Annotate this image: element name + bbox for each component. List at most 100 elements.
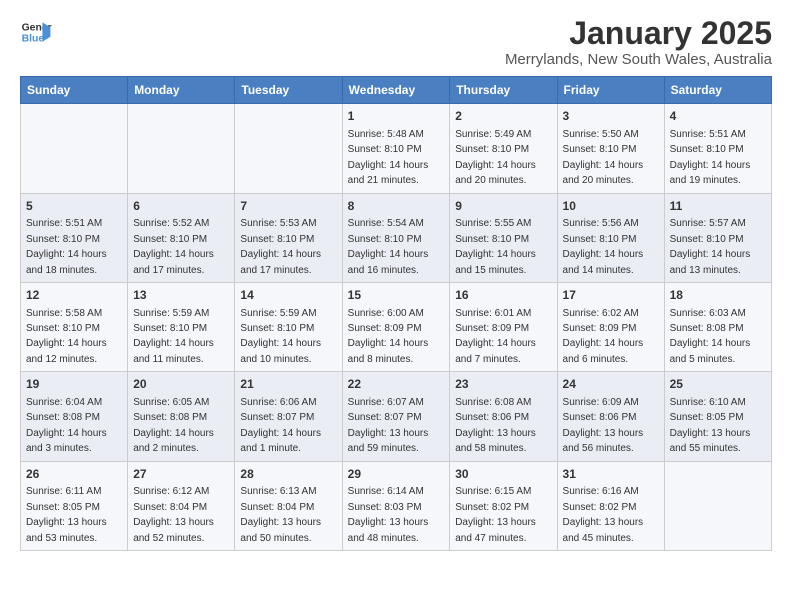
logo-icon: General Blue <box>20 16 52 48</box>
calendar-day-cell: 14Sunrise: 5:59 AM Sunset: 8:10 PM Dayli… <box>235 282 342 371</box>
calendar-header-cell: Friday <box>557 77 664 104</box>
day-info: Sunrise: 5:56 AM Sunset: 8:10 PM Dayligh… <box>563 218 644 275</box>
calendar-day-cell: 24 Sunrise: 6:09 AM Sunset: 8:06 PM Dayli… <box>557 372 664 461</box>
calendar-week-row: 19Sunrise: 6:04 AM Sunset: 8:08 PM Dayli… <box>21 372 772 461</box>
calendar-week-row: 1Sunrise: 5:48 AM Sunset: 8:10 PM Daylig… <box>21 104 772 193</box>
month-title: January 2025 <box>505 16 772 51</box>
day-info: Sunrise: 5:49 AM Sunset: 8:10 PM Dayligh… <box>455 129 536 186</box>
day-info: Sunrise: 5:55 AM Sunset: 8:10 PM Dayligh… <box>455 218 536 275</box>
day-info: Sunrise: 6:12 AM Sunset: 8:04 PM Dayligh… <box>133 486 214 543</box>
day-number: 8 <box>348 198 445 215</box>
calendar-header-row: SundayMondayTuesdayWednesdayThursdayFrid… <box>21 77 772 104</box>
calendar-day-cell: 7 Sunrise: 5:53 AM Sunset: 8:10 PM Daylig… <box>235 193 342 282</box>
day-info: Sunrise: 5:54 AM Sunset: 8:10 PM Dayligh… <box>348 218 429 275</box>
svg-text:Blue: Blue <box>22 34 45 45</box>
calendar-day-cell: 19Sunrise: 6:04 AM Sunset: 8:08 PM Dayli… <box>21 372 128 461</box>
day-info: Sunrise: 6:15 AM Sunset: 8:02 PM Dayligh… <box>455 486 536 543</box>
calendar-day-cell <box>21 104 128 193</box>
calendar-week-row: 5 Sunrise: 5:51 AM Sunset: 8:10 PM Daylig… <box>21 193 772 282</box>
day-number: 16 <box>455 287 551 304</box>
calendar-header-cell: Wednesday <box>342 77 450 104</box>
day-info: Sunrise: 5:52 AM Sunset: 8:10 PM Dayligh… <box>133 218 214 275</box>
day-number: 31 <box>563 466 659 483</box>
day-number: 22 <box>348 376 445 393</box>
calendar-day-cell: 5 Sunrise: 5:51 AM Sunset: 8:10 PM Daylig… <box>21 193 128 282</box>
calendar-day-cell: 17Sunrise: 6:02 AM Sunset: 8:09 PM Dayli… <box>557 282 664 371</box>
calendar-day-cell: 2 Sunrise: 5:49 AM Sunset: 8:10 PM Daylig… <box>450 104 557 193</box>
calendar-day-cell: 13 Sunrise: 5:59 AM Sunset: 8:10 PM Dayli… <box>128 282 235 371</box>
calendar-day-cell: 28 Sunrise: 6:13 AM Sunset: 8:04 PM Dayli… <box>235 461 342 550</box>
day-info: Sunrise: 5:57 AM Sunset: 8:10 PM Dayligh… <box>670 218 751 275</box>
day-number: 11 <box>670 198 766 215</box>
calendar-day-cell: 26Sunrise: 6:11 AM Sunset: 8:05 PM Dayli… <box>21 461 128 550</box>
calendar-header-cell: Sunday <box>21 77 128 104</box>
day-info: Sunrise: 5:59 AM Sunset: 8:10 PM Dayligh… <box>133 308 214 365</box>
calendar-week-row: 26Sunrise: 6:11 AM Sunset: 8:05 PM Dayli… <box>21 461 772 550</box>
day-info: Sunrise: 5:53 AM Sunset: 8:10 PM Dayligh… <box>240 218 321 275</box>
header: General Blue January 2025 Merrylands, Ne… <box>20 16 772 68</box>
calendar-day-cell: 10 Sunrise: 5:56 AM Sunset: 8:10 PM Dayli… <box>557 193 664 282</box>
calendar-day-cell: 16 Sunrise: 6:01 AM Sunset: 8:09 PM Dayli… <box>450 282 557 371</box>
day-info: Sunrise: 5:50 AM Sunset: 8:10 PM Dayligh… <box>563 129 644 186</box>
calendar-day-cell: 25 Sunrise: 6:10 AM Sunset: 8:05 PM Dayli… <box>664 372 771 461</box>
day-number: 29 <box>348 466 445 483</box>
logo: General Blue <box>20 16 52 48</box>
calendar-header-cell: Saturday <box>664 77 771 104</box>
calendar-day-cell: 8 Sunrise: 5:54 AM Sunset: 8:10 PM Daylig… <box>342 193 450 282</box>
day-number: 15 <box>348 287 445 304</box>
day-info: Sunrise: 6:07 AM Sunset: 8:07 PM Dayligh… <box>348 397 429 454</box>
calendar-day-cell: 1Sunrise: 5:48 AM Sunset: 8:10 PM Daylig… <box>342 104 450 193</box>
day-info: Sunrise: 6:10 AM Sunset: 8:05 PM Dayligh… <box>670 397 751 454</box>
day-number: 13 <box>133 287 229 304</box>
day-number: 2 <box>455 108 551 125</box>
day-number: 30 <box>455 466 551 483</box>
day-info: Sunrise: 6:01 AM Sunset: 8:09 PM Dayligh… <box>455 308 536 365</box>
day-number: 5 <box>26 198 122 215</box>
day-number: 3 <box>563 108 659 125</box>
calendar-header-cell: Monday <box>128 77 235 104</box>
day-number: 25 <box>670 376 766 393</box>
day-info: Sunrise: 6:16 AM Sunset: 8:02 PM Dayligh… <box>563 486 644 543</box>
day-info: Sunrise: 6:08 AM Sunset: 8:06 PM Dayligh… <box>455 397 536 454</box>
day-info: Sunrise: 5:51 AM Sunset: 8:10 PM Dayligh… <box>26 218 107 275</box>
calendar-day-cell: 21 Sunrise: 6:06 AM Sunset: 8:07 PM Dayli… <box>235 372 342 461</box>
day-number: 6 <box>133 198 229 215</box>
calendar-day-cell: 20Sunrise: 6:05 AM Sunset: 8:08 PM Dayli… <box>128 372 235 461</box>
calendar-header-cell: Thursday <box>450 77 557 104</box>
calendar-day-cell: 23 Sunrise: 6:08 AM Sunset: 8:06 PM Dayli… <box>450 372 557 461</box>
day-info: Sunrise: 6:04 AM Sunset: 8:08 PM Dayligh… <box>26 397 107 454</box>
day-info: Sunrise: 5:58 AM Sunset: 8:10 PM Dayligh… <box>26 308 107 365</box>
day-info: Sunrise: 6:09 AM Sunset: 8:06 PM Dayligh… <box>563 397 644 454</box>
day-info: Sunrise: 6:06 AM Sunset: 8:07 PM Dayligh… <box>240 397 321 454</box>
calendar-day-cell: 11 Sunrise: 5:57 AM Sunset: 8:10 PM Dayli… <box>664 193 771 282</box>
day-number: 7 <box>240 198 336 215</box>
calendar-day-cell <box>128 104 235 193</box>
subtitle: Merrylands, New South Wales, Australia <box>505 51 772 68</box>
day-info: Sunrise: 5:51 AM Sunset: 8:10 PM Dayligh… <box>670 129 751 186</box>
day-number: 17 <box>563 287 659 304</box>
day-info: Sunrise: 6:00 AM Sunset: 8:09 PM Dayligh… <box>348 308 429 365</box>
calendar-day-cell: 31 Sunrise: 6:16 AM Sunset: 8:02 PM Dayli… <box>557 461 664 550</box>
day-number: 23 <box>455 376 551 393</box>
day-number: 1 <box>348 108 445 125</box>
calendar-day-cell: 12 Sunrise: 5:58 AM Sunset: 8:10 PM Dayli… <box>21 282 128 371</box>
day-info: Sunrise: 6:13 AM Sunset: 8:04 PM Dayligh… <box>240 486 321 543</box>
calendar-day-cell <box>235 104 342 193</box>
calendar-body: 1Sunrise: 5:48 AM Sunset: 8:10 PM Daylig… <box>21 104 772 551</box>
day-number: 9 <box>455 198 551 215</box>
day-info: Sunrise: 6:11 AM Sunset: 8:05 PM Dayligh… <box>26 486 107 543</box>
day-number: 28 <box>240 466 336 483</box>
day-number: 18 <box>670 287 766 304</box>
calendar-day-cell: 15 Sunrise: 6:00 AM Sunset: 8:09 PM Dayli… <box>342 282 450 371</box>
calendar-day-cell: 29Sunrise: 6:14 AM Sunset: 8:03 PM Dayli… <box>342 461 450 550</box>
day-number: 12 <box>26 287 122 304</box>
calendar-day-cell: 22 Sunrise: 6:07 AM Sunset: 8:07 PM Dayli… <box>342 372 450 461</box>
title-area: January 2025 Merrylands, New South Wales… <box>505 16 772 68</box>
day-number: 24 <box>563 376 659 393</box>
calendar-day-cell: 30 Sunrise: 6:15 AM Sunset: 8:02 PM Dayli… <box>450 461 557 550</box>
day-number: 27 <box>133 466 229 483</box>
day-info: Sunrise: 5:59 AM Sunset: 8:10 PM Dayligh… <box>240 308 321 365</box>
day-number: 10 <box>563 198 659 215</box>
calendar-week-row: 12 Sunrise: 5:58 AM Sunset: 8:10 PM Dayli… <box>21 282 772 371</box>
day-number: 21 <box>240 376 336 393</box>
